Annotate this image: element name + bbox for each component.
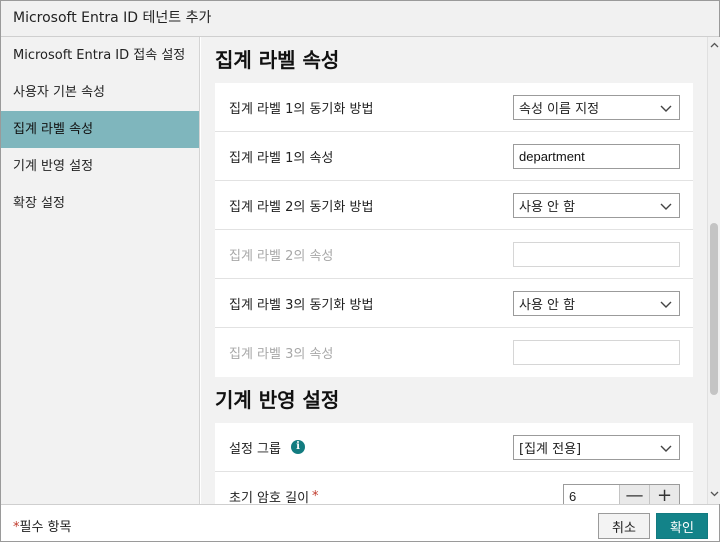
chevron-down-icon (660, 105, 672, 112)
chevron-down-icon (660, 301, 672, 308)
machine-settings-panel: 설정 그룹 i [집계 전용] 초기 암호 길이 * 6 — + (215, 423, 693, 504)
sidebar: Microsoft Entra ID 접속 설정 사용자 기본 속성 집계 라벨… (1, 37, 200, 504)
label2-sync-label: 집계 라벨 2의 동기화 방법 (229, 199, 374, 215)
chevron-down-icon (660, 445, 672, 452)
label1-sync-row: 집계 라벨 1의 동기화 방법 속성 이름 지정 (215, 83, 693, 132)
required-note: *필수 항목 (13, 516, 71, 535)
label2-attribute-label: 집계 라벨 2의 속성 (229, 248, 334, 264)
label3-sync-select[interactable]: 사용 안 함 (513, 290, 680, 316)
label3-attribute-input (513, 340, 680, 365)
scrollbar-thumb[interactable] (710, 223, 718, 395)
label1-attribute-label: 집계 라벨 1의 속성 (229, 150, 334, 166)
required-note-text: 필수 항목 (19, 520, 72, 535)
sidebar-item-connection[interactable]: Microsoft Entra ID 접속 설정 (1, 37, 199, 74)
label1-attribute-input[interactable] (513, 143, 680, 169)
password-length-value[interactable]: 6 (564, 485, 619, 504)
sidebar-item-aggregate-labels[interactable]: 집계 라벨 속성 (1, 111, 199, 148)
label3-sync-row: 집계 라벨 3의 동기화 방법 사용 안 함 (215, 279, 693, 328)
sidebar-item-machine-settings[interactable]: 기계 반영 설정 (1, 148, 199, 185)
settings-group-select[interactable]: [집계 전용] (513, 434, 680, 460)
label3-sync-value: 사용 안 함 (519, 297, 576, 313)
dialog-title: Microsoft Entra ID 테넌트 추가 (1, 1, 719, 37)
section-title-machine-settings: 기계 반영 설정 (215, 388, 340, 412)
info-icon[interactable]: i (290, 440, 305, 454)
password-length-row: 초기 암호 길이 * 6 — + (215, 472, 693, 504)
decrement-button[interactable]: — (619, 485, 649, 504)
dialog-footer: *필수 항목 취소 확인 (1, 504, 719, 541)
increment-button[interactable]: + (649, 485, 679, 504)
password-length-stepper[interactable]: 6 — + (563, 484, 680, 504)
settings-group-row: 설정 그룹 i [집계 전용] (215, 423, 693, 472)
label2-attribute-input (513, 241, 680, 267)
label2-attribute-row: 집계 라벨 2의 속성 (215, 230, 693, 279)
settings-group-value: [집계 전용] (519, 441, 582, 457)
add-tenant-dialog: Microsoft Entra ID 테넌트 추가 Microsoft Entr… (0, 0, 720, 542)
chevron-down-icon (660, 203, 672, 210)
label1-attribute-row: 집계 라벨 1의 속성 (215, 132, 693, 181)
label2-sync-value: 사용 안 함 (519, 199, 576, 215)
label3-attribute-label: 집계 라벨 3의 속성 (229, 347, 334, 362)
vertical-scrollbar[interactable] (707, 37, 720, 504)
label1-sync-value: 속성 이름 지정 (519, 101, 600, 117)
label3-sync-label: 집계 라벨 3의 동기화 방법 (229, 297, 374, 313)
section-title-aggregate-labels: 집계 라벨 속성 (215, 48, 340, 72)
label3-attribute-row: 집계 라벨 3의 속성 (215, 328, 693, 377)
cancel-button[interactable]: 취소 (598, 513, 650, 539)
scroll-down-icon[interactable] (710, 489, 719, 498)
aggregate-labels-panel: 집계 라벨 1의 동기화 방법 속성 이름 지정 집계 라벨 1의 속성 집계 … (215, 83, 693, 377)
sidebar-item-extension-settings[interactable]: 확장 설정 (1, 185, 199, 222)
required-mark: * (312, 489, 319, 504)
ok-button[interactable]: 확인 (656, 513, 708, 539)
sidebar-item-user-attributes[interactable]: 사용자 기본 속성 (1, 74, 199, 111)
label1-sync-label: 집계 라벨 1의 동기화 방법 (229, 101, 374, 117)
label1-sync-select[interactable]: 속성 이름 지정 (513, 94, 680, 120)
password-length-label: 초기 암호 길이 (229, 491, 310, 504)
scroll-up-icon[interactable] (710, 41, 719, 50)
settings-group-label: 설정 그룹 (229, 441, 281, 457)
label2-sync-select[interactable]: 사용 안 함 (513, 192, 680, 218)
label2-sync-row: 집계 라벨 2의 동기화 방법 사용 안 함 (215, 181, 693, 230)
settings-content: 집계 라벨 속성 집계 라벨 1의 동기화 방법 속성 이름 지정 집계 라벨 … (201, 37, 707, 504)
